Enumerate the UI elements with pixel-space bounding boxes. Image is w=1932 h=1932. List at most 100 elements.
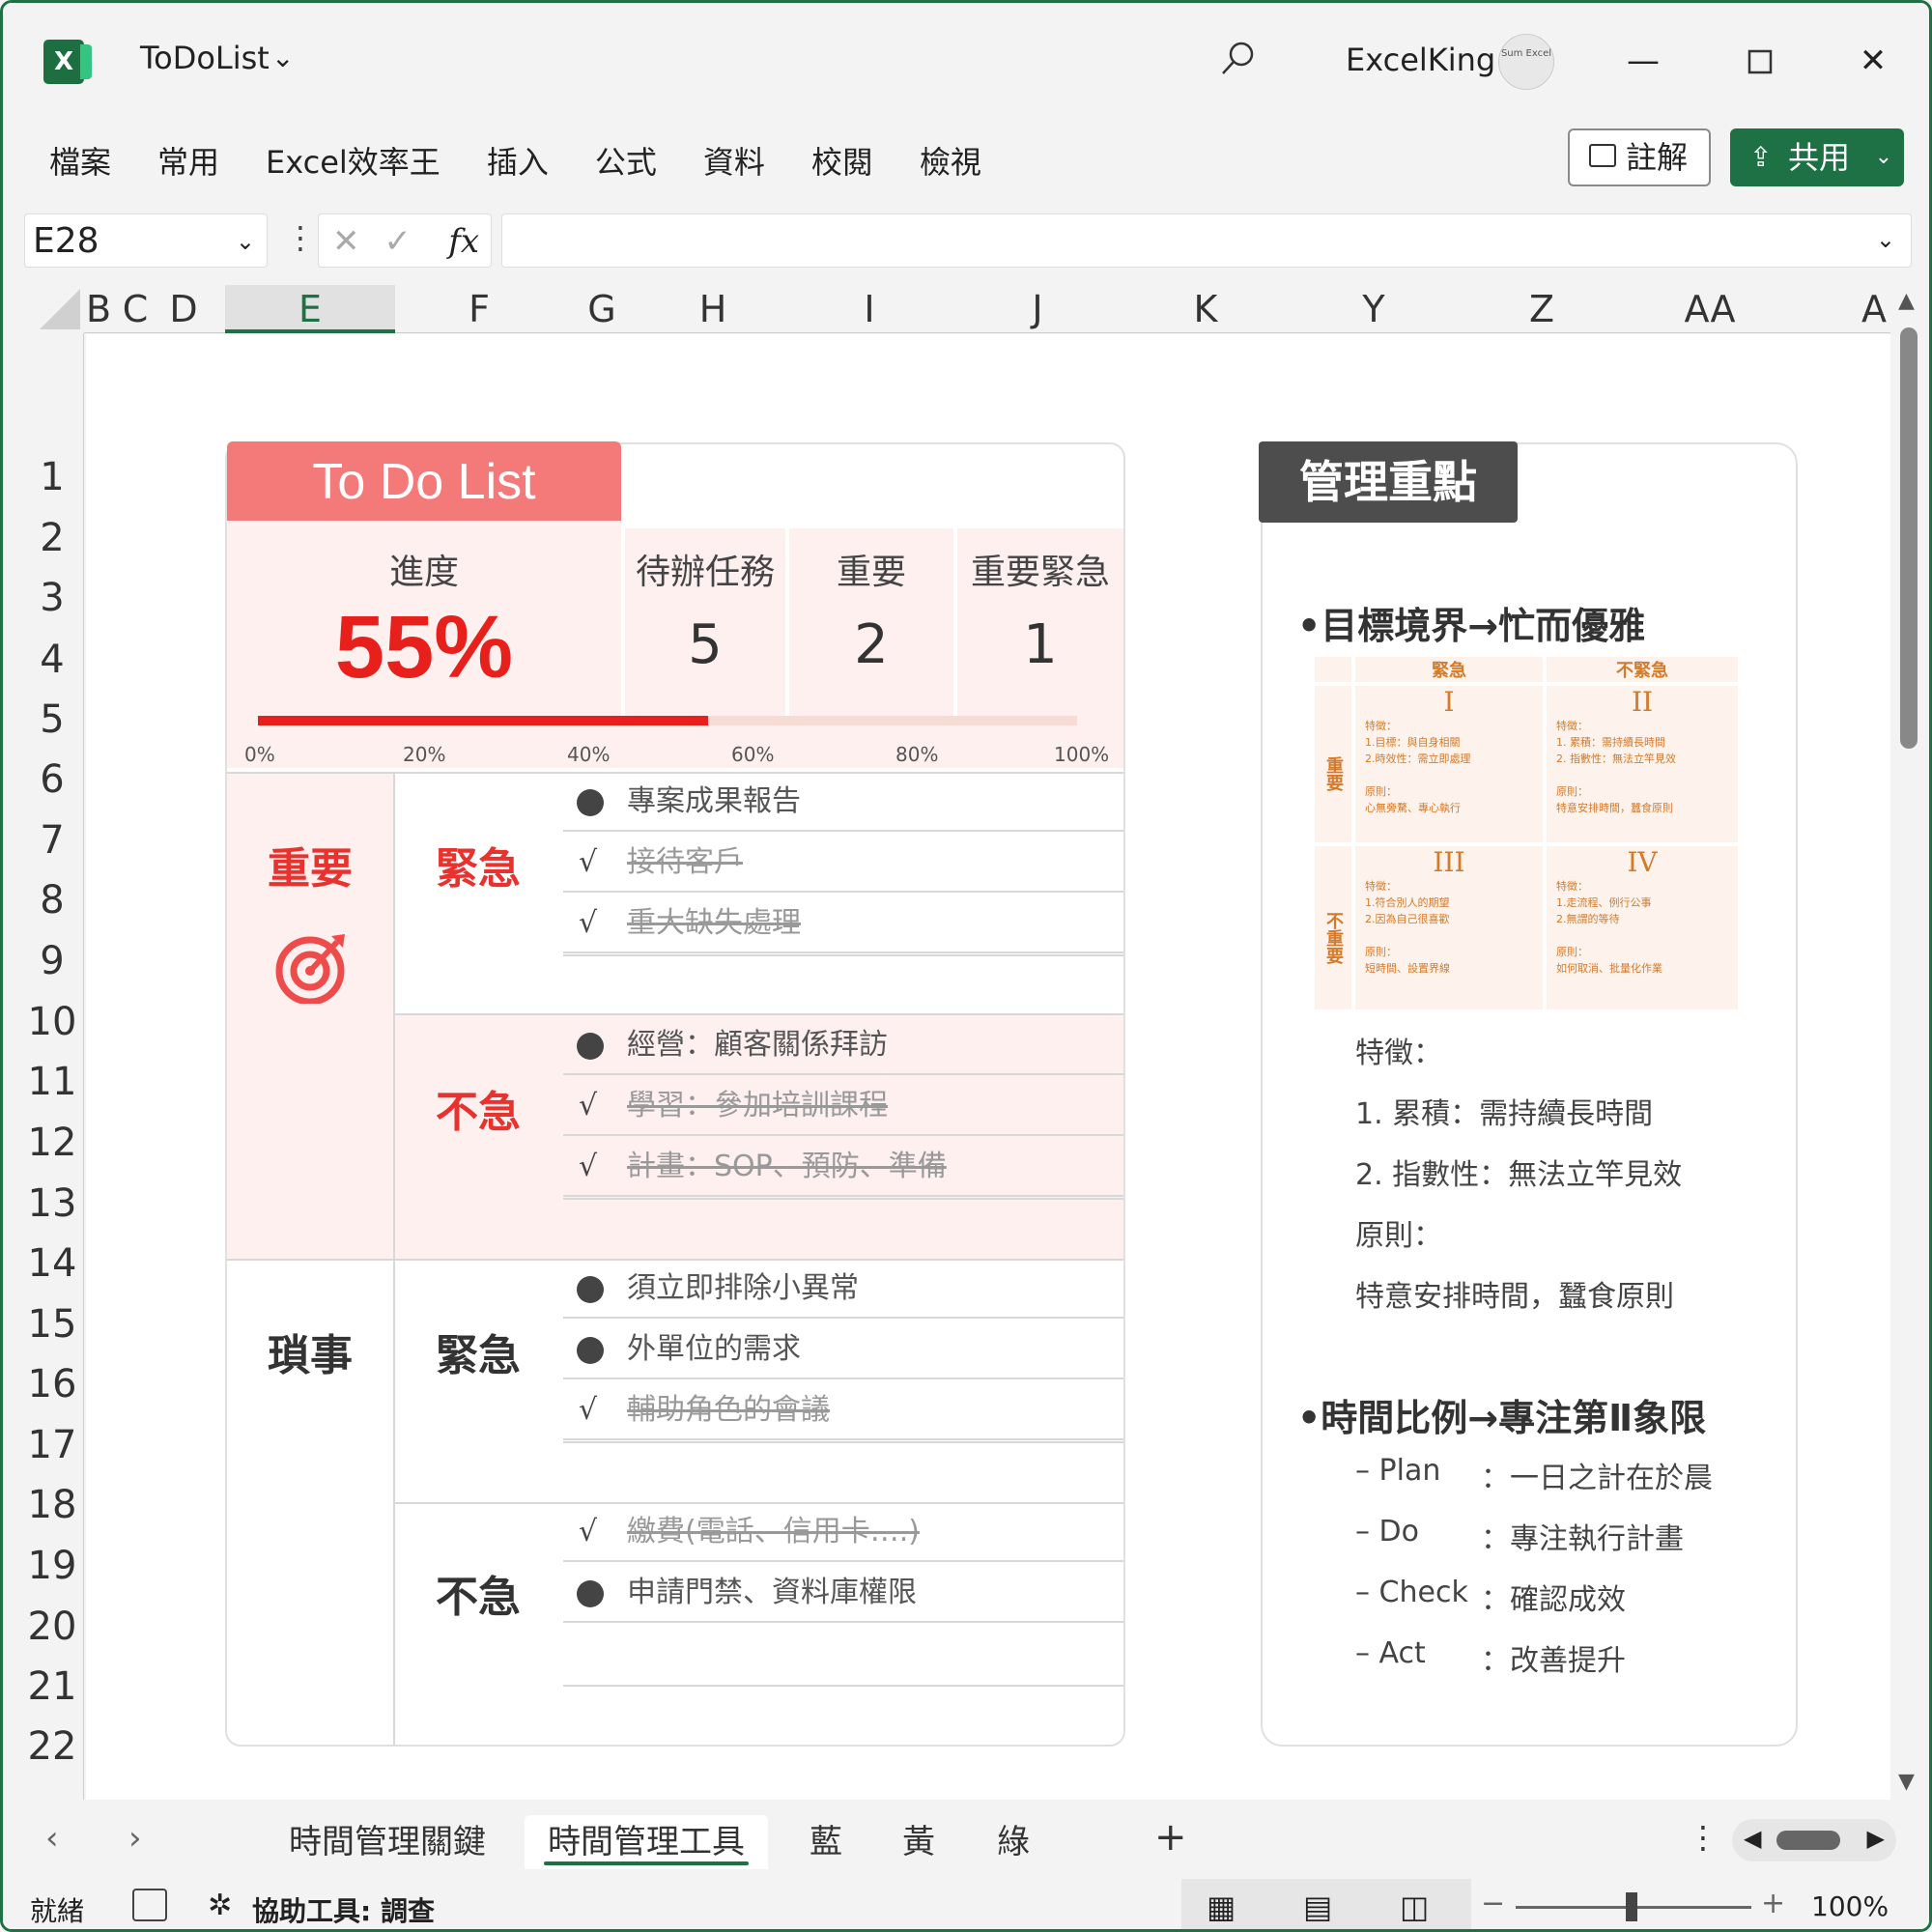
row-header[interactable]: 20 [24, 1605, 80, 1649]
menu-insert[interactable]: 插入 [487, 138, 549, 181]
row-header[interactable]: 17 [24, 1423, 80, 1467]
sheet-tab[interactable]: 黃 [880, 1815, 957, 1869]
todo-item[interactable]: 須立即排除小異常 [563, 1259, 1123, 1319]
chevron-down-icon[interactable]: ⌄ [236, 214, 255, 269]
todo-item[interactable]: 經營：顧客關係拜訪 [563, 1015, 1123, 1075]
chevron-down-icon[interactable]: ⌄ [271, 42, 294, 73]
accessibility-icon[interactable]: ✲ [208, 1889, 232, 1922]
row-header[interactable]: 18 [24, 1483, 80, 1527]
row-header[interactable]: 14 [24, 1241, 80, 1286]
sheet-tab[interactable]: 綠 [975, 1815, 1052, 1869]
avatar[interactable]: Sum Excel [1498, 34, 1554, 90]
prev-sheet-icon[interactable]: ‹ [45, 1819, 59, 1858]
todo-item[interactable]: √ 重大缺失處理 [563, 894, 1123, 953]
menu-home[interactable]: 常用 [157, 138, 219, 181]
row-header[interactable]: 4 [24, 638, 80, 682]
accessibility-status[interactable]: 協助工具: 調查 [252, 1890, 435, 1929]
column-header[interactable]: B [86, 285, 111, 333]
page-layout-icon[interactable]: ▤ [1303, 1889, 1332, 1925]
sheet-tab[interactable]: 時間管理關鍵 [270, 1815, 505, 1869]
more-options-icon[interactable]: ⋮ [1688, 1819, 1719, 1856]
todo-item[interactable]: 專案成果報告 [563, 772, 1123, 832]
scrollbar-thumb[interactable] [1900, 327, 1918, 749]
row-header[interactable]: 22 [24, 1724, 80, 1769]
menu-file[interactable]: 檔案 [49, 138, 111, 181]
row-header[interactable]: 19 [24, 1544, 80, 1588]
column-header[interactable]: F [395, 285, 563, 333]
close-button[interactable]: ✕ [1844, 32, 1902, 90]
row-header[interactable]: 15 [24, 1302, 80, 1347]
todo-item[interactable]: √ 繳費(電話、信用卡….) [563, 1502, 1123, 1562]
menu-data[interactable]: 資料 [703, 138, 765, 181]
todo-item[interactable]: 申請門禁、資料庫權限 [563, 1563, 1123, 1623]
search-icon[interactable] [1218, 40, 1257, 78]
column-header[interactable]: A [1794, 285, 1887, 333]
column-header-selected[interactable]: E [225, 285, 395, 333]
column-header[interactable]: K [1122, 285, 1290, 333]
scrollbar-thumb[interactable] [1776, 1831, 1840, 1850]
maximize-button[interactable] [1730, 32, 1788, 90]
formula-input[interactable]: ⌄ [501, 213, 1912, 268]
column-header[interactable]: D [159, 285, 208, 333]
menu-formulas[interactable]: 公式 [595, 138, 657, 181]
normal-view-icon[interactable]: ▦ [1207, 1889, 1236, 1925]
todo-item[interactable]: 外單位的需求 [563, 1320, 1123, 1379]
row-header[interactable]: 13 [24, 1181, 80, 1226]
chevron-down-icon[interactable]: ⌄ [1875, 128, 1892, 186]
zoom-in-button[interactable]: + [1761, 1887, 1785, 1920]
column-header[interactable]: Z [1458, 285, 1626, 333]
row-header[interactable]: 5 [24, 697, 80, 742]
share-button[interactable]: ⇪ 共用 ⌄ [1730, 128, 1904, 186]
todo-item[interactable]: √ 計畫：SOP、預防、準備 [563, 1137, 1123, 1197]
scroll-down-icon[interactable]: ▼ [1898, 1770, 1915, 1794]
more-options-icon[interactable]: ⋮ [285, 219, 316, 256]
enter-icon[interactable]: ✓ [384, 222, 412, 261]
horizontal-scrollbar[interactable]: ◀ ▶ [1732, 1819, 1896, 1861]
column-header[interactable]: C [111, 285, 159, 333]
zoom-out-button[interactable]: − [1481, 1887, 1505, 1920]
next-sheet-icon[interactable]: › [128, 1819, 142, 1858]
menu-excel-king[interactable]: Excel效率王 [266, 138, 440, 181]
add-sheet-icon[interactable]: + [1154, 1815, 1187, 1860]
sheet-tab[interactable]: 藍 [787, 1815, 865, 1869]
row-header[interactable]: 2 [24, 516, 80, 560]
comments-button[interactable]: 註解 [1568, 128, 1711, 186]
row-header[interactable]: 8 [24, 878, 80, 923]
row-header[interactable]: 10 [24, 1000, 80, 1044]
column-header[interactable]: Y [1290, 285, 1458, 333]
user-name[interactable]: ExcelKing [1346, 42, 1495, 78]
todo-item[interactable]: √ 學習：參加培訓課程 [563, 1076, 1123, 1136]
chevron-down-icon[interactable]: ⌄ [1876, 226, 1895, 253]
column-header[interactable]: G [563, 285, 640, 333]
todo-item[interactable]: √ 接待客戶 [563, 833, 1123, 893]
row-header[interactable]: 7 [24, 818, 80, 863]
row-header[interactable]: 21 [24, 1664, 80, 1709]
row-header[interactable]: 3 [24, 576, 80, 620]
scroll-up-icon[interactable]: ▲ [1898, 289, 1915, 313]
column-header[interactable]: H [640, 285, 785, 333]
scroll-left-icon[interactable]: ◀ [1744, 1825, 1761, 1852]
column-header[interactable]: I [785, 285, 953, 333]
file-title[interactable]: ToDoList [140, 40, 270, 76]
cancel-icon[interactable]: ✕ [332, 222, 360, 261]
column-header[interactable]: J [953, 285, 1122, 333]
row-header[interactable]: 9 [24, 939, 80, 983]
page-break-icon[interactable]: ◫ [1400, 1889, 1429, 1925]
zoom-slider-thumb[interactable] [1626, 1892, 1637, 1921]
row-header[interactable]: 12 [24, 1121, 80, 1165]
row-header[interactable]: 16 [24, 1362, 80, 1406]
macro-record-icon[interactable] [132, 1889, 167, 1921]
menu-review[interactable]: 校閱 [811, 138, 873, 181]
zoom-level[interactable]: 100% [1811, 1890, 1889, 1922]
menu-view[interactable]: 檢視 [920, 138, 981, 181]
row-header[interactable]: 6 [24, 757, 80, 802]
vertical-scrollbar[interactable]: ▲ ▼ [1892, 285, 1925, 1800]
todo-item[interactable]: √ 輔助角色的會議 [563, 1380, 1123, 1440]
minimize-button[interactable]: — [1614, 32, 1672, 90]
column-header[interactable]: AA [1626, 285, 1794, 333]
row-header[interactable]: 11 [24, 1060, 80, 1104]
row-header[interactable]: 1 [24, 455, 80, 499]
insert-function-icon[interactable]: fx [448, 214, 479, 269]
scroll-right-icon[interactable]: ▶ [1867, 1825, 1885, 1852]
name-box[interactable]: E28 ⌄ [24, 213, 268, 268]
